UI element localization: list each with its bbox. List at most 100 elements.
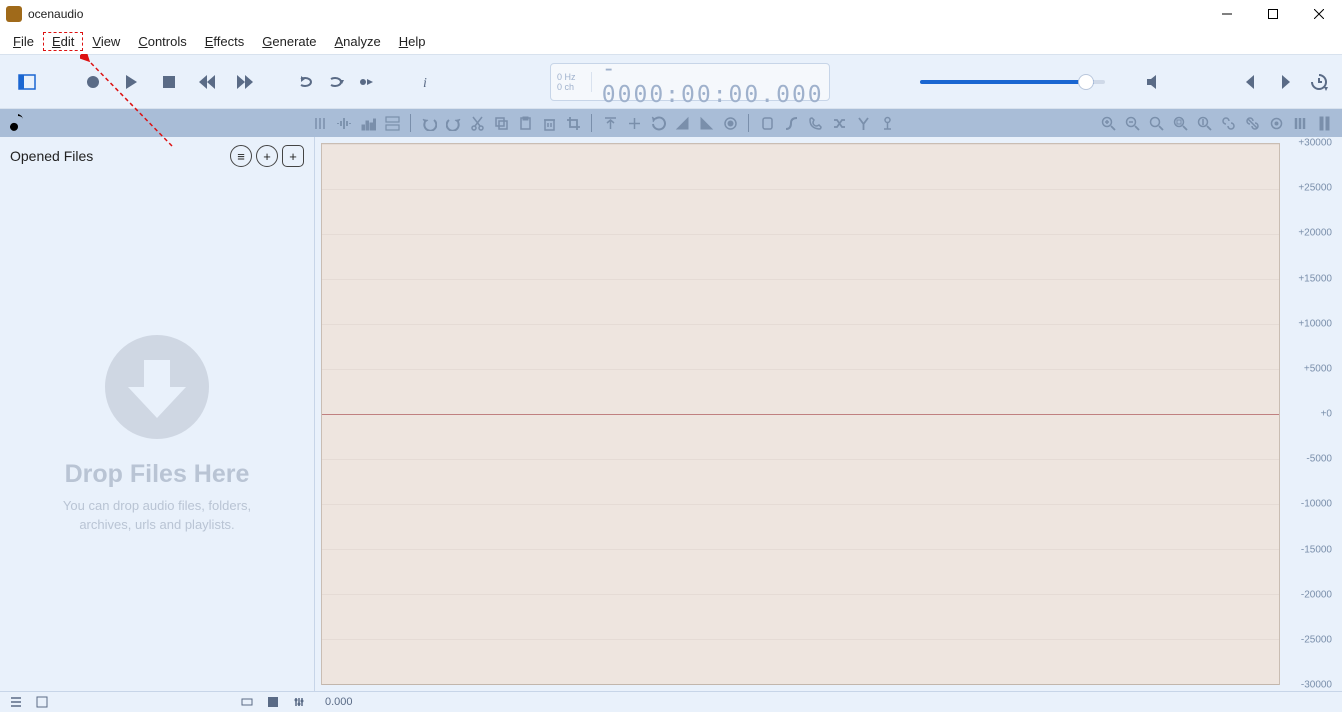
menu-help[interactable]: Help (390, 32, 435, 51)
zoom-selection-icon[interactable] (1144, 111, 1168, 135)
gain-icon[interactable] (718, 111, 742, 135)
ruler-label: -15000 (1301, 544, 1332, 555)
music-note-icon (6, 111, 30, 135)
settings-button[interactable] (287, 692, 311, 712)
curve-icon[interactable] (779, 111, 803, 135)
extract-icon[interactable] (875, 111, 899, 135)
ruler-label: -10000 (1301, 499, 1332, 510)
redo-button[interactable] (441, 111, 465, 135)
window-title: ocenaudio (28, 7, 83, 21)
ruler-label: -5000 (1306, 454, 1332, 465)
unlink-icon[interactable] (1240, 111, 1264, 135)
fork-icon[interactable] (851, 111, 875, 135)
menu-controls[interactable]: Controls (129, 32, 195, 51)
speaker-icon[interactable] (1135, 63, 1173, 101)
menu-view[interactable]: View (83, 32, 129, 51)
menu-generate[interactable]: Generate (253, 32, 325, 51)
drop-heading: Drop Files Here (65, 460, 250, 489)
sample-rate-label: 0 Hz (557, 72, 585, 82)
undo-button[interactable] (417, 111, 441, 135)
drop-zone[interactable]: Drop Files Here You can drop audio files… (0, 175, 314, 691)
meter-icon[interactable] (1312, 111, 1336, 135)
grip-icon[interactable] (308, 111, 332, 135)
sidebar-sort-button[interactable]: ≡ (230, 145, 252, 167)
follow-playback-button[interactable] (352, 63, 382, 101)
titlebar: ocenaudio (0, 0, 1342, 28)
paste-button[interactable] (513, 111, 537, 135)
ruler-label: +20000 (1298, 228, 1332, 239)
copy-button[interactable] (489, 111, 513, 135)
timecode: - 0000:00:00.000 (592, 56, 829, 108)
ruler-label: -20000 (1301, 589, 1332, 600)
ruler-label: +25000 (1298, 183, 1332, 194)
sidebar-title: Opened Files (10, 148, 226, 164)
stop-button[interactable] (150, 63, 188, 101)
sidebar-toggle-button[interactable] (8, 63, 46, 101)
shuffle-icon[interactable] (827, 111, 851, 135)
levels-icon[interactable] (1288, 111, 1312, 135)
align-top-icon[interactable] (598, 111, 622, 135)
phone-icon[interactable] (803, 111, 827, 135)
fade-in-icon[interactable] (670, 111, 694, 135)
waveform-canvas[interactable] (321, 143, 1280, 685)
mixed-view-icon[interactable] (380, 111, 404, 135)
history-forward-button[interactable] (1270, 63, 1300, 101)
sidebar-add-button[interactable]: + (256, 145, 278, 167)
rewind-button[interactable] (188, 63, 226, 101)
ruler-label: +30000 (1298, 138, 1332, 149)
record-button[interactable] (74, 63, 112, 101)
history-back-button[interactable] (1236, 63, 1266, 101)
zoom-fit-icon[interactable] (1168, 111, 1192, 135)
loop-region-button[interactable] (322, 63, 352, 101)
detail-view-button[interactable] (30, 692, 54, 712)
download-arrow-icon (102, 332, 212, 442)
ruler-label: +15000 (1298, 273, 1332, 284)
expand-button[interactable] (261, 692, 285, 712)
history-menu-button[interactable] (1304, 63, 1334, 101)
zoom-out-icon[interactable] (1120, 111, 1144, 135)
menu-analyze[interactable]: Analyze (325, 32, 389, 51)
app-icon (6, 6, 22, 22)
align-center-icon[interactable] (622, 111, 646, 135)
menu-file[interactable]: File (4, 32, 43, 51)
ruler-label: +5000 (1304, 363, 1332, 374)
cut-button[interactable] (465, 111, 489, 135)
target-icon[interactable] (1264, 111, 1288, 135)
waveform-icon[interactable] (332, 111, 356, 135)
minimize-button[interactable] (1204, 0, 1250, 28)
revert-icon[interactable] (646, 111, 670, 135)
transport-toolbar: i 0 Hz 0 ch - 0000:00:00.000 (0, 54, 1342, 109)
delete-button[interactable] (537, 111, 561, 135)
ruler-label: +10000 (1298, 318, 1332, 329)
drop-subtext: You can drop audio files, folders, archi… (52, 497, 262, 533)
sidebar-new-button[interactable]: + (282, 145, 304, 167)
list-view-button[interactable] (4, 692, 28, 712)
forward-button[interactable] (226, 63, 264, 101)
menu-edit[interactable]: Edit (43, 32, 83, 51)
channels-label: 0 ch (557, 82, 585, 92)
marker-icon[interactable] (755, 111, 779, 135)
svg-text:i: i (423, 76, 427, 91)
edit-toolstrip (0, 109, 1342, 137)
spectrogram-icon[interactable] (356, 111, 380, 135)
ruler-label: -25000 (1301, 634, 1332, 645)
ruler-label: +0 (1321, 409, 1332, 420)
status-bar: 0.000 (0, 691, 1342, 712)
ruler-label: -30000 (1301, 680, 1332, 691)
sidebar: Opened Files ≡ + + Drop Files Here You c… (0, 137, 315, 691)
zoom-in-icon[interactable] (1096, 111, 1120, 135)
info-button[interactable]: i (410, 63, 440, 101)
volume-slider[interactable] (920, 70, 1105, 94)
crop-button[interactable] (561, 111, 585, 135)
zoom-vertical-icon[interactable] (1192, 111, 1216, 135)
link-icon[interactable] (1216, 111, 1240, 135)
close-button[interactable] (1296, 0, 1342, 28)
menu-effects[interactable]: Effects (196, 32, 254, 51)
collapse-button[interactable] (235, 692, 259, 712)
play-button[interactable] (112, 63, 150, 101)
fade-out-icon[interactable] (694, 111, 718, 135)
zero-axis-line (322, 414, 1279, 415)
loop-button[interactable] (292, 63, 322, 101)
status-time: 0.000 (315, 696, 353, 708)
maximize-button[interactable] (1250, 0, 1296, 28)
